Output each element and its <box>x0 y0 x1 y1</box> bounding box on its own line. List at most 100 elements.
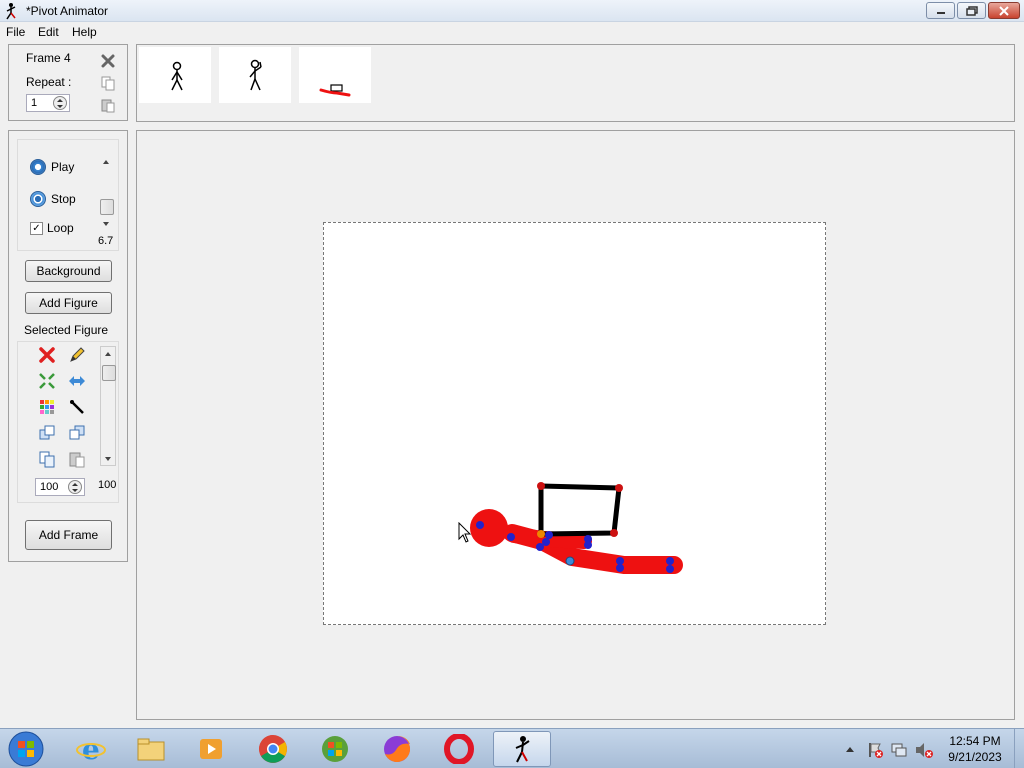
taskbar-file-explorer[interactable] <box>122 731 180 767</box>
joint-handle[interactable] <box>565 556 575 566</box>
stop-label: Stop <box>51 192 76 206</box>
stick-figure-thumb <box>171 61 183 91</box>
pivot-animator-icon <box>515 736 530 763</box>
taskbar-firefox[interactable] <box>368 731 426 767</box>
scroll-up-icon[interactable] <box>105 352 111 356</box>
joint-handle[interactable] <box>615 484 623 492</box>
scroll-down-icon[interactable] <box>105 457 111 461</box>
close-icon <box>999 5 1009 16</box>
add-frame-button[interactable]: Add Frame <box>25 520 112 550</box>
start-button[interactable] <box>6 730 46 768</box>
scroll-down-icon[interactable] <box>103 222 109 226</box>
copy-frame-icon[interactable] <box>100 75 116 91</box>
paste-frame-icon[interactable] <box>100 97 116 113</box>
box-figure[interactable] <box>538 483 622 537</box>
frame-thumbnail-3[interactable] <box>299 47 371 103</box>
windows-start-icon <box>8 731 44 767</box>
joint-handle[interactable] <box>542 538 550 546</box>
taskbar-media-player[interactable] <box>182 731 240 767</box>
mouse-cursor-icon <box>458 522 472 543</box>
taskbar-opera[interactable] <box>430 731 488 767</box>
paste-figure-icon[interactable] <box>68 450 86 468</box>
joint-handle[interactable] <box>616 564 624 572</box>
figure-drawing[interactable] <box>324 223 825 624</box>
media-player-icon <box>200 739 222 759</box>
folder-icon <box>137 738 165 761</box>
stepper-arrows-icon[interactable] <box>53 96 67 110</box>
figure-tools-box: 100 100 <box>17 341 119 503</box>
joint-handle[interactable] <box>666 557 674 565</box>
scrollbar-thumb[interactable] <box>102 365 116 381</box>
scroll-up-icon[interactable] <box>103 160 109 164</box>
minimize-button[interactable] <box>926 2 955 19</box>
delete-frame-icon[interactable] <box>100 53 116 69</box>
joint-handle[interactable] <box>537 482 545 490</box>
windows-logo-icon <box>322 736 348 762</box>
play-icon <box>30 159 46 175</box>
stop-icon <box>30 191 46 207</box>
menu-help[interactable]: Help <box>72 25 97 39</box>
delete-figure-icon[interactable] <box>38 346 56 364</box>
figure-scale-stepper[interactable]: 100 <box>35 478 85 496</box>
fallen-figure-thumb <box>319 84 351 97</box>
system-clock[interactable]: 12:54 PM 9/21/2023 <box>940 733 1010 765</box>
bring-to-front-icon[interactable] <box>38 424 56 442</box>
title-bar: *Pivot Animator <box>0 0 1024 22</box>
playback-box: Play Stop ✓ Loop 6.7 <box>17 139 119 251</box>
stepper-arrows-icon[interactable] <box>68 480 82 494</box>
figure-head[interactable] <box>470 509 508 547</box>
restore-button[interactable] <box>957 2 986 19</box>
play-control[interactable]: Play <box>30 159 74 175</box>
joint-handle[interactable] <box>610 529 618 537</box>
stop-control[interactable]: Stop <box>30 191 76 207</box>
segment-tool-icon[interactable] <box>68 398 86 416</box>
joint-handle[interactable] <box>666 565 674 573</box>
speed-slider[interactable] <box>99 156 115 236</box>
menu-file[interactable]: File <box>6 25 25 39</box>
background-button[interactable]: Background <box>25 260 112 282</box>
menu-edit[interactable]: Edit <box>38 25 59 39</box>
network-icon[interactable] <box>890 741 908 759</box>
repeat-label: Repeat : <box>26 75 72 89</box>
color-palette-icon[interactable] <box>38 398 56 416</box>
repeat-value: 1 <box>31 97 38 109</box>
tool-panel: Play Stop ✓ Loop 6.7 Background Add Figu… <box>8 130 128 562</box>
loop-label: Loop <box>47 221 74 235</box>
figure-tools-scrollbar[interactable] <box>100 346 116 466</box>
taskbar-internet-explorer[interactable]: e <box>62 731 120 767</box>
taskbar-chrome[interactable] <box>244 731 302 767</box>
frame-thumbnail-1[interactable] <box>139 47 211 103</box>
joint-handle[interactable] <box>476 521 484 529</box>
edit-figure-pencil-icon[interactable] <box>68 346 86 364</box>
center-figure-icon[interactable] <box>38 372 56 390</box>
animation-canvas[interactable] <box>323 222 826 625</box>
close-button[interactable] <box>988 2 1020 19</box>
joint-handle[interactable] <box>507 533 515 541</box>
send-to-back-icon[interactable] <box>68 424 86 442</box>
volume-muted-icon[interactable] <box>914 741 934 759</box>
speed-slider-thumb[interactable] <box>100 199 114 215</box>
show-desktop-button[interactable] <box>1014 729 1024 768</box>
frame-thumbnail-2[interactable] <box>219 47 291 103</box>
show-hidden-icons-icon[interactable] <box>845 745 855 753</box>
speed-readout: 6.7 <box>98 235 114 247</box>
joint-handle[interactable] <box>545 531 553 539</box>
frames-timeline <box>136 44 1015 122</box>
copy-figure-icon[interactable] <box>38 450 56 468</box>
joint-handle[interactable] <box>537 530 545 538</box>
action-center-flag-icon[interactable] <box>866 741 884 759</box>
minimize-icon <box>936 11 945 14</box>
clock-time: 12:54 PM <box>949 734 1001 748</box>
scale-value: 100 <box>40 481 59 493</box>
repeat-stepper[interactable]: 1 <box>26 94 70 112</box>
loop-checkbox[interactable]: ✓ Loop <box>30 221 74 235</box>
taskbar-pivot-animator[interactable] <box>493 731 551 767</box>
joint-handle[interactable] <box>616 557 624 565</box>
app-icon <box>6 3 16 20</box>
flip-figure-icon[interactable] <box>68 372 86 390</box>
add-figure-button[interactable]: Add Figure <box>25 292 112 314</box>
taskbar-windows-update[interactable] <box>306 731 364 767</box>
checkbox-checked-icon: ✓ <box>30 221 43 235</box>
joint-handle[interactable] <box>584 541 592 549</box>
taskbar: e 12:54 PM 9/21/2023 <box>0 728 1024 768</box>
